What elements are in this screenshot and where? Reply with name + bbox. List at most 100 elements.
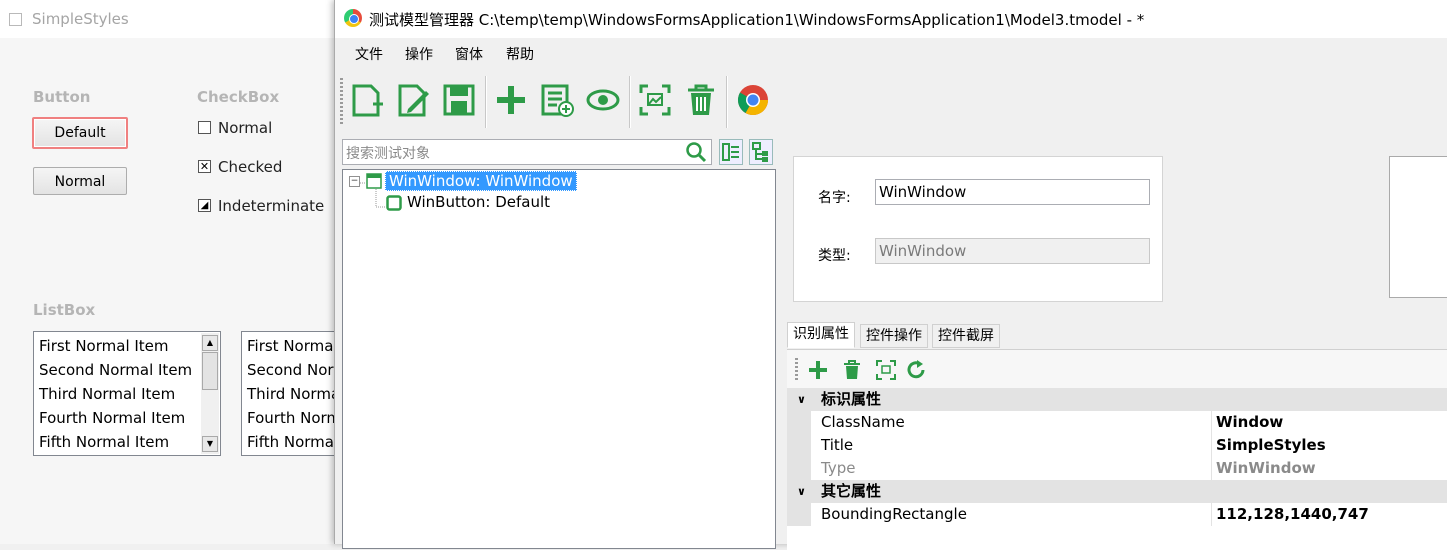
property-row[interactable]: BoundingRectangle 112,128,1440,747 xyxy=(787,503,1447,526)
menu-help[interactable]: 帮助 xyxy=(506,44,534,64)
menu-window[interactable]: 窗体 xyxy=(455,44,483,64)
model-manager-window: 测试模型管理器 C:\temp\temp\WindowsFormsApplica… xyxy=(334,0,1447,550)
tab-control-screenshot[interactable]: 控件截屏 xyxy=(932,324,1000,348)
normal-button[interactable]: Normal xyxy=(33,167,127,195)
column-divider xyxy=(1211,434,1212,457)
delete-icon[interactable] xyxy=(683,82,719,118)
button-node-icon xyxy=(386,195,402,211)
collapse-chevron-icon[interactable]: ∨ xyxy=(797,480,806,503)
menu-bar: 文件 操作 窗体 帮助 xyxy=(335,38,1447,68)
search-input[interactable]: 搜索测试对象 xyxy=(342,139,712,165)
toolbar-separator xyxy=(726,76,728,128)
main-content: 搜索测试对象 − WinWindow: WinWindow WinButton:… xyxy=(335,132,1447,550)
menu-operation[interactable]: 操作 xyxy=(405,44,433,64)
toolbar-grip[interactable] xyxy=(795,358,798,380)
default-button[interactable]: Default xyxy=(32,117,128,149)
tab-identify-properties[interactable]: 识别属性 xyxy=(787,322,855,348)
edit-model-icon[interactable] xyxy=(395,82,431,118)
property-key: BoundingRectangle xyxy=(821,505,967,523)
property-row[interactable]: Title SimpleStyles xyxy=(787,434,1447,457)
type-label: 类型: xyxy=(818,248,851,264)
simplestyles-titlebar[interactable]: SimpleStyles xyxy=(0,0,340,38)
checkbox-checked-label: Checked xyxy=(218,158,283,176)
list-item[interactable]: Fourth Normal Item xyxy=(34,406,220,430)
new-model-icon[interactable] xyxy=(349,82,385,118)
tree-node-winbutton[interactable]: WinButton: Default xyxy=(407,193,550,211)
expand-tree-button[interactable] xyxy=(719,139,743,165)
toolbar-separator xyxy=(485,76,487,128)
add-property-icon[interactable] xyxy=(807,359,829,381)
add-list-icon[interactable] xyxy=(539,82,575,118)
add-icon[interactable] xyxy=(493,82,529,118)
scroll-thumb[interactable] xyxy=(202,352,218,390)
basic-info-panel: 名字: WinWindow 类型: WinWindow xyxy=(793,156,1163,302)
property-key: Type xyxy=(821,459,856,477)
tree-expand-icon xyxy=(722,143,739,161)
checkbox-group-header: CheckBox xyxy=(197,88,280,106)
button-group-header: Button xyxy=(33,88,91,106)
identify-properties-panel: ∨ 标识属性 ClassName Window Title SimpleStyl… xyxy=(787,349,1447,550)
toolbar-separator xyxy=(629,76,631,128)
row-gutter xyxy=(787,411,811,434)
checkbox-checked[interactable]: ✕ xyxy=(198,160,211,173)
listbox-group-header: ListBox xyxy=(33,301,96,319)
checkbox-normal-label: Normal xyxy=(218,119,273,137)
property-toolbar xyxy=(787,350,1447,388)
row-gutter xyxy=(787,434,811,457)
scroll-down-arrow-icon[interactable]: ▼ xyxy=(202,436,218,452)
search-placeholder: 搜索测试对象 xyxy=(346,146,430,162)
type-field: WinWindow xyxy=(875,238,1150,264)
simplestyles-window: SimpleStyles Button Default Normal Check… xyxy=(0,0,361,544)
property-value[interactable]: SimpleStyles xyxy=(1216,434,1326,457)
object-tree[interactable]: − WinWindow: WinWindow WinButton: Defaul… xyxy=(342,169,776,549)
property-row[interactable]: Type WinWindow xyxy=(787,457,1447,480)
collapse-tree-button[interactable] xyxy=(749,139,773,165)
app-logo-icon xyxy=(344,9,362,27)
property-key: Title xyxy=(821,436,854,454)
column-divider xyxy=(1211,503,1212,526)
tree-expander-icon[interactable]: − xyxy=(349,176,360,187)
row-gutter xyxy=(787,457,811,480)
property-value[interactable]: 112,128,1440,747 xyxy=(1216,503,1369,526)
checkbox-normal[interactable] xyxy=(198,121,211,134)
window-icon xyxy=(9,13,22,26)
category-label: 标识属性 xyxy=(821,390,882,408)
list-item[interactable]: Third Normal Item xyxy=(34,382,220,406)
listbox-with-scrollbar[interactable]: First Normal Item Second Normal Item Thi… xyxy=(33,331,221,456)
property-value[interactable]: Window xyxy=(1216,411,1283,434)
property-value[interactable]: WinWindow xyxy=(1216,457,1316,480)
simplestyles-title: SimpleStyles xyxy=(32,10,129,28)
collapse-chevron-icon[interactable]: ∨ xyxy=(797,388,806,411)
category-other[interactable]: ∨ 其它属性 xyxy=(787,480,1447,503)
main-titlebar[interactable]: 测试模型管理器 C:\temp\temp\WindowsFormsApplica… xyxy=(335,0,1447,38)
category-identify[interactable]: ∨ 标识属性 xyxy=(787,388,1447,411)
property-key: ClassName xyxy=(821,413,905,431)
list-item[interactable]: First Normal Item xyxy=(34,334,220,358)
capture-icon[interactable] xyxy=(637,82,673,118)
screenshot-preview xyxy=(1389,156,1447,298)
search-icon[interactable] xyxy=(685,141,707,163)
refresh-icon[interactable] xyxy=(905,359,927,381)
toolbar-grip[interactable] xyxy=(340,78,343,126)
capture-property-icon[interactable] xyxy=(875,359,897,381)
property-row[interactable]: ClassName Window xyxy=(787,411,1447,434)
delete-property-icon[interactable] xyxy=(841,359,863,381)
scroll-up-arrow-icon[interactable]: ▲ xyxy=(202,335,218,351)
listbox-scrollbar[interactable]: ▲ ▼ xyxy=(201,333,219,454)
main-toolbar xyxy=(335,68,1447,132)
tab-control-operations[interactable]: 控件操作 xyxy=(860,324,928,348)
save-icon[interactable] xyxy=(441,82,477,118)
name-field[interactable]: WinWindow xyxy=(875,179,1150,205)
row-gutter xyxy=(787,503,811,526)
checkbox-indeterminate-label: Indeterminate xyxy=(218,197,325,215)
column-divider xyxy=(1211,411,1212,434)
view-icon[interactable] xyxy=(585,82,621,118)
list-item[interactable]: Second Normal Item xyxy=(34,358,220,382)
chrome-icon[interactable] xyxy=(735,82,771,118)
checkbox-indeterminate[interactable]: ◢ xyxy=(198,199,211,212)
category-label: 其它属性 xyxy=(821,482,882,500)
tree-node-winwindow[interactable]: WinWindow: WinWindow xyxy=(385,171,577,191)
list-item[interactable]: Fifth Normal Item xyxy=(34,430,220,454)
name-label: 名字: xyxy=(818,190,851,206)
menu-file[interactable]: 文件 xyxy=(355,44,383,64)
